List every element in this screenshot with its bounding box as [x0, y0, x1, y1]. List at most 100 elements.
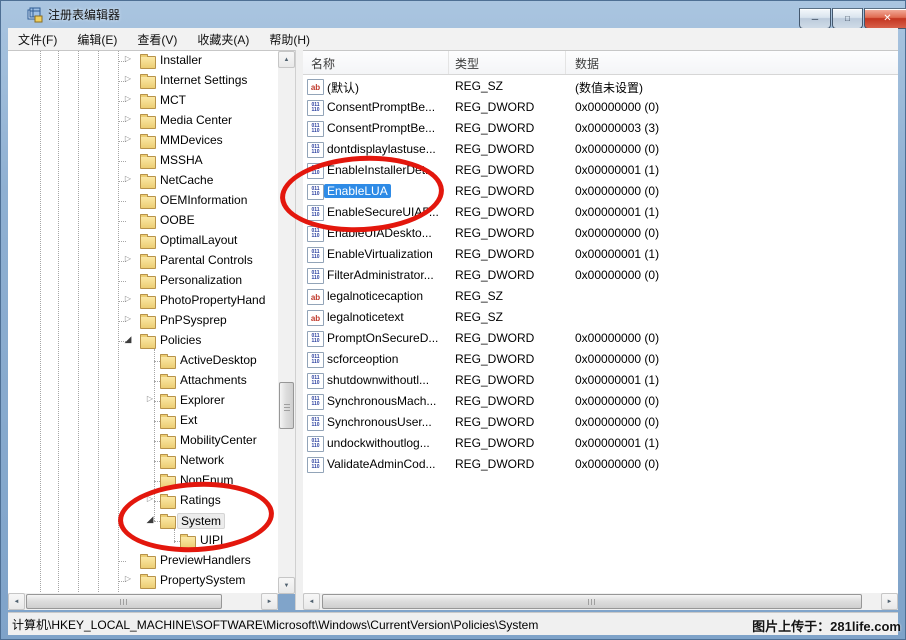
scroll-down-button[interactable]: ▼	[278, 577, 295, 594]
tree-item-label[interactable]: NetCache	[157, 173, 216, 187]
scroll-right-button[interactable]: ►	[261, 593, 278, 610]
registry-value-row[interactable]: 011 110ValidateAdminCod...REG_DWORD0x000…	[303, 454, 898, 475]
tree-item-label[interactable]: OptimalLayout	[157, 233, 240, 247]
menu-item-0[interactable]: 文件(F)	[8, 28, 67, 50]
tree-item-label[interactable]: MCT	[157, 93, 189, 107]
menu-item-3[interactable]: 收藏夹(A)	[187, 28, 259, 50]
tree-hscrollbar-thumb[interactable]	[26, 594, 222, 609]
tree-item-personalization[interactable]: Personalization	[8, 271, 295, 291]
expand-arrow-icon[interactable]: ▷	[144, 494, 156, 503]
registry-value-row[interactable]: ablegalnoticecaptionREG_SZ	[303, 286, 898, 307]
expand-arrow-icon[interactable]: ▷	[122, 114, 134, 123]
value-name[interactable]: ConsentPromptBe...	[327, 121, 435, 135]
value-name[interactable]: (默认)	[327, 79, 359, 96]
registry-value-row[interactable]: 011 110dontdisplaylastuse...REG_DWORD0x0…	[303, 139, 898, 160]
tree-item-label[interactable]: Internet Settings	[157, 73, 250, 87]
column-separator[interactable]	[565, 51, 566, 74]
menu-item-4[interactable]: 帮助(H)	[259, 28, 320, 50]
tree-item-label[interactable]: Ext	[177, 413, 200, 427]
registry-value-row[interactable]: 011 110EnableSecureUIAP...REG_DWORD0x000…	[303, 202, 898, 223]
registry-value-row[interactable]: 011 110FilterAdministrator...REG_DWORD0x…	[303, 265, 898, 286]
tree-item-oobe[interactable]: OOBE	[8, 211, 295, 231]
menu-item-2[interactable]: 查看(V)	[127, 28, 187, 50]
registry-value-row[interactable]: 011 110EnableInstallerDet...REG_DWORD0x0…	[303, 160, 898, 181]
registry-value-row[interactable]: 011 110scforceoptionREG_DWORD0x00000000 …	[303, 349, 898, 370]
tree-item-mssha[interactable]: MSSHA	[8, 151, 295, 171]
tree-item-netcache[interactable]: ▷NetCache	[8, 171, 295, 191]
tree-item-previewhandlers[interactable]: PreviewHandlers	[8, 551, 295, 571]
registry-value-row[interactable]: ab(默认)REG_SZ(数值未设置)	[303, 76, 898, 97]
expand-arrow-icon[interactable]: ▷	[122, 294, 134, 303]
value-name[interactable]: SynchronousMach...	[327, 394, 436, 408]
tree-item-label[interactable]: Ratings	[177, 493, 224, 507]
tree-item-label[interactable]: Explorer	[177, 393, 228, 407]
value-name[interactable]: ConsentPromptBe...	[327, 100, 435, 114]
registry-value-row[interactable]: 011 110shutdownwithoutl...REG_DWORD0x000…	[303, 370, 898, 391]
column-header-name[interactable]: 名称	[311, 55, 335, 72]
expand-arrow-icon[interactable]: ▷	[122, 314, 134, 323]
expand-arrow-icon[interactable]: ▷	[122, 254, 134, 263]
tree-item-label[interactable]: Installer	[157, 53, 205, 67]
tree-item-nonenum[interactable]: NonEnum	[8, 471, 295, 491]
expand-arrow-icon[interactable]: ▷	[122, 134, 134, 143]
tree-item-mobilitycenter[interactable]: MobilityCenter	[8, 431, 295, 451]
titlebar[interactable]: 注册表编辑器 ─ □ ✕	[0, 0, 906, 28]
registry-value-row[interactable]: 011 110SynchronousUser...REG_DWORD0x0000…	[303, 412, 898, 433]
tree-item-label[interactable]: NonEnum	[177, 473, 236, 487]
expand-arrow-icon[interactable]: ▷	[122, 74, 134, 83]
tree-item-photopropertyhand[interactable]: ▷ PhotoPropertyHand	[8, 291, 295, 311]
tree-item-label[interactable]: Network	[177, 453, 227, 467]
tree-item-label[interactable]: System	[177, 513, 225, 529]
scroll-left-button[interactable]: ◄	[303, 593, 320, 610]
menu-item-1[interactable]: 编辑(E)	[67, 28, 127, 50]
value-name[interactable]: shutdownwithoutl...	[327, 373, 429, 387]
tree-item-label[interactable]: Parental Controls	[157, 253, 256, 267]
value-name[interactable]: FilterAdministrator...	[327, 268, 434, 282]
registry-value-row[interactable]: 011 110ConsentPromptBe...REG_DWORD0x0000…	[303, 97, 898, 118]
tree-item-explorer[interactable]: ▷ Explorer	[8, 391, 295, 411]
registry-value-row[interactable]: 011 110EnableVirtualizationREG_DWORD0x00…	[303, 244, 898, 265]
list-hscrollbar-thumb[interactable]	[322, 594, 862, 609]
scroll-up-button[interactable]: ▲	[278, 51, 295, 68]
value-name[interactable]: EnableUIADeskto...	[327, 226, 432, 240]
column-separator[interactable]	[448, 51, 449, 74]
value-name[interactable]: EnableSecureUIAP...	[327, 205, 439, 219]
expand-arrow-icon[interactable]: ▷	[122, 54, 134, 63]
tree-item-optimallayout[interactable]: OptimalLayout	[8, 231, 295, 251]
tree-item-ext[interactable]: Ext	[8, 411, 295, 431]
column-header-type[interactable]: 类型	[455, 55, 479, 72]
tree-item-label[interactable]: Media Center	[157, 113, 235, 127]
tree-item-installer[interactable]: ▷ Installer	[8, 51, 295, 71]
value-name[interactable]: EnableVirtualization	[327, 247, 433, 261]
minimize-button[interactable]: ─	[799, 8, 831, 29]
tree-item-label[interactable]: ActiveDesktop	[177, 353, 260, 367]
collapse-arrow-icon[interactable]: ◢	[122, 334, 134, 345]
tree-item-label[interactable]: PhotoPropertyHand	[157, 293, 268, 307]
value-name[interactable]: dontdisplaylastuse...	[327, 142, 436, 156]
tree-item-parental-controls[interactable]: ▷ Parental Controls	[8, 251, 295, 271]
tree-item-label[interactable]: MobilityCenter	[177, 433, 260, 447]
tree-item-mct[interactable]: ▷ MCT	[8, 91, 295, 111]
scroll-right-button[interactable]: ►	[881, 593, 898, 610]
registry-value-row[interactable]: 011 110PromptOnSecureD...REG_DWORD0x0000…	[303, 328, 898, 349]
tree-item-label[interactable]: OOBE	[157, 213, 198, 227]
expand-arrow-icon[interactable]: ▷	[144, 394, 156, 403]
registry-value-row[interactable]: 011 110SynchronousMach...REG_DWORD0x0000…	[303, 391, 898, 412]
expand-arrow-icon[interactable]: ▷	[122, 94, 134, 103]
tree-item-uipi[interactable]: UIPI	[8, 531, 295, 551]
registry-value-row[interactable]: 011 110ConsentPromptBe...REG_DWORD0x0000…	[303, 118, 898, 139]
tree-item-label[interactable]: PnPSysprep	[157, 313, 230, 327]
registry-value-row[interactable]: 011 110EnableLUAREG_DWORD0x00000000 (0)	[303, 181, 898, 202]
tree-item-internet-settings[interactable]: ▷ Internet Settings	[8, 71, 295, 91]
tree-item-label[interactable]: Policies	[157, 333, 204, 347]
tree-vertical-scrollbar[interactable]: ▲ ▼	[278, 51, 295, 594]
tree-item-activedesktop[interactable]: ActiveDesktop	[8, 351, 295, 371]
value-name[interactable]: EnableLUA	[324, 184, 391, 198]
tree-horizontal-scrollbar[interactable]: ◄ ►	[8, 593, 278, 610]
tree-item-label[interactable]: PreviewHandlers	[157, 553, 254, 567]
registry-value-row[interactable]: 011 110undockwithoutlog...REG_DWORD0x000…	[303, 433, 898, 454]
tree-item-media-center[interactable]: ▷ Media Center	[8, 111, 295, 131]
tree-item-mmdevices[interactable]: ▷MMDevices	[8, 131, 295, 151]
registry-value-row[interactable]: ablegalnoticetextREG_SZ	[303, 307, 898, 328]
value-name[interactable]: SynchronousUser...	[327, 415, 432, 429]
